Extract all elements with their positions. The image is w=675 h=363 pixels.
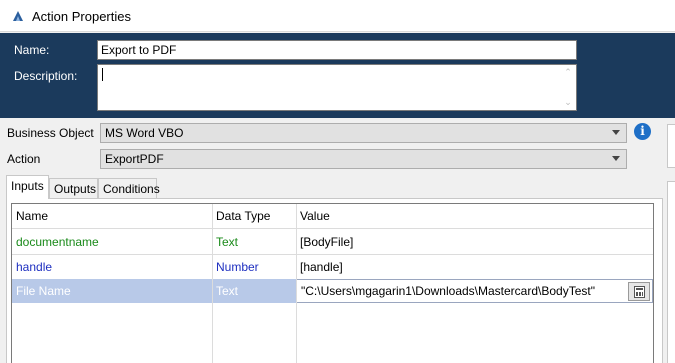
- grid-header-row: Name Data Type Value: [12, 204, 653, 228]
- action-icon: [13, 11, 23, 21]
- action-label: Action: [7, 152, 41, 166]
- chevron-down-icon: [612, 130, 620, 135]
- table-row[interactable]: documentname Text [BodyFile]: [12, 229, 653, 255]
- param-value[interactable]: "C:\Users\mgagarin1\Downloads\Mastercard…: [297, 280, 617, 302]
- name-label: Name:: [14, 43, 50, 57]
- param-name: File Name: [16, 284, 71, 298]
- description-scrollbar[interactable]: ⌃ ⌄: [560, 65, 576, 110]
- action-value: ExportPDF: [105, 152, 164, 166]
- param-type: Text: [216, 284, 239, 298]
- tab-outputs[interactable]: Outputs: [49, 178, 98, 198]
- param-value[interactable]: [handle]: [296, 255, 653, 279]
- text-caret: [102, 68, 103, 81]
- description-field[interactable]: ⌃ ⌄: [97, 64, 577, 111]
- calculator-icon: [634, 286, 645, 298]
- column-header-data-type: Data Type: [216, 209, 271, 223]
- name-field[interactable]: Export to PDF: [97, 40, 577, 60]
- column-divider: [296, 204, 297, 363]
- param-type: Number: [216, 260, 259, 274]
- side-panel-stub: [667, 124, 675, 168]
- param-type: Text: [216, 235, 239, 249]
- tab-conditions[interactable]: Conditions: [98, 178, 160, 198]
- column-divider: [212, 204, 213, 363]
- table-row[interactable]: handle Number [handle]: [12, 255, 653, 279]
- expression-editor-button[interactable]: [628, 282, 650, 301]
- title-bar: Action Properties: [0, 0, 675, 32]
- chevron-down-icon: [612, 156, 620, 161]
- side-panel-stub: [667, 181, 675, 363]
- scroll-down-icon[interactable]: ⌄: [563, 97, 573, 107]
- scroll-up-icon[interactable]: ⌃: [563, 67, 573, 77]
- table-row-selected[interactable]: File Name Text "C:\Users\mgagarin1\Downl…: [12, 279, 653, 303]
- tab-inputs[interactable]: Inputs: [6, 175, 49, 199]
- param-value[interactable]: [BodyFile]: [296, 229, 653, 255]
- business-object-value: MS Word VBO: [105, 126, 184, 140]
- value-editor[interactable]: "C:\Users\mgagarin1\Downloads\Mastercard…: [296, 279, 653, 303]
- header-panel: Name: Export to PDF Description: ⌃ ⌄: [0, 33, 675, 118]
- param-name: documentname: [16, 235, 99, 249]
- column-header-name: Name: [16, 209, 49, 223]
- info-icon[interactable]: i: [634, 123, 651, 140]
- inputs-grid[interactable]: Name Data Type Value documentname Text […: [11, 203, 654, 363]
- column-header-value: Value: [300, 209, 330, 223]
- business-object-select[interactable]: MS Word VBO: [100, 123, 627, 143]
- action-select[interactable]: ExportPDF: [100, 149, 627, 169]
- description-label: Description:: [14, 69, 78, 83]
- param-name: handle: [16, 260, 53, 274]
- window-title: Action Properties: [32, 9, 131, 24]
- business-object-label: Business Object: [7, 126, 94, 140]
